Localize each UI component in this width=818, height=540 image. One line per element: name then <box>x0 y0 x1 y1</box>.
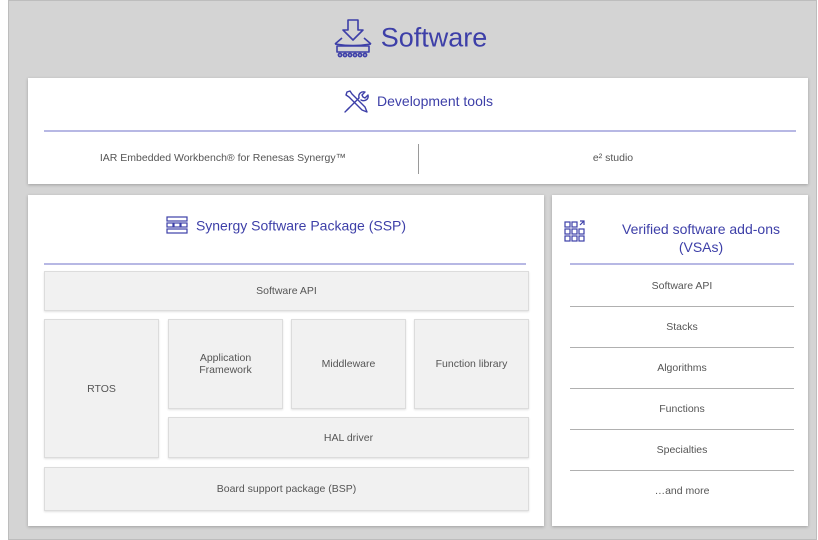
function-library-block: Function library <box>414 319 529 409</box>
dev-tools-divider <box>44 130 796 132</box>
middleware-block: Middleware <box>291 319 406 409</box>
e2-studio-label: e² studio <box>592 152 634 164</box>
ssp-divider <box>44 263 526 265</box>
development-tools-label: Development tools <box>377 93 493 109</box>
title-text: Software <box>380 22 488 53</box>
bsp-block: Board support package (BSP) <box>44 467 529 511</box>
ssp-stack-icon <box>166 216 188 234</box>
software-install-icon <box>331 16 375 60</box>
vsa-item: Stacks <box>570 306 794 348</box>
application-framework-block: Application Framework <box>168 319 283 409</box>
vsa-heading: Verified software add-ons (VSAs) <box>622 221 780 255</box>
rtos-block: RTOS <box>44 319 159 458</box>
ssp-heading: Synergy Software Package (SSP) <box>28 216 544 234</box>
ssp-card: Synergy Software Package (SSP) Software … <box>28 195 544 526</box>
ssp-software-api: Software API <box>44 271 529 311</box>
development-tools-card: Development tools IAR Embedded Workbench… <box>28 78 808 184</box>
vsa-item: …and more <box>654 484 710 497</box>
hal-driver-block: HAL driver <box>168 417 529 458</box>
vsa-item: Software API <box>570 265 794 307</box>
vsa-card: Verified software add-ons (VSAs) Softwar… <box>552 195 808 526</box>
vsa-item: Algorithms <box>570 347 794 389</box>
software-title: Software <box>0 16 818 60</box>
development-tools-heading: Development tools <box>28 88 808 114</box>
vsa-item: Specialties <box>570 429 794 471</box>
ssp-label: Synergy Software Package (SSP) <box>195 217 407 234</box>
tools-icon <box>344 90 369 113</box>
vsa-grid-icon <box>564 220 585 242</box>
vsa-item: Functions <box>570 388 794 430</box>
iar-workbench-label: IAR Embedded Workbench® for Renesas Syne… <box>99 152 347 164</box>
